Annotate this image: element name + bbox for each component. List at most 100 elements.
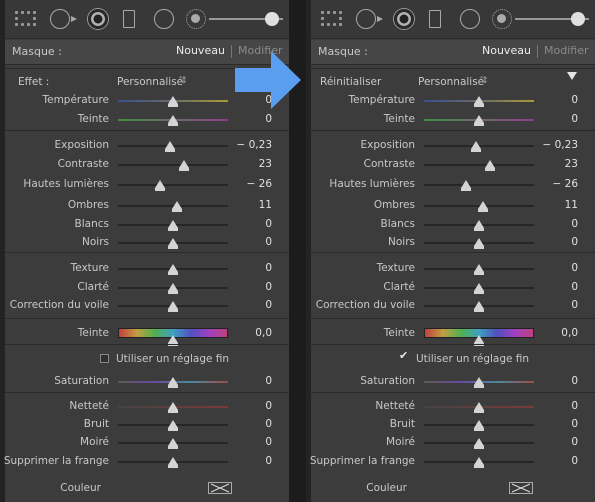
slider-value[interactable]: − 0,23 — [542, 139, 578, 151]
new-mask-button[interactable]: Nouveau — [176, 44, 225, 57]
slider-value[interactable]: 0 — [265, 455, 272, 467]
slider-value[interactable]: 0,0 — [561, 327, 578, 339]
slider-value[interactable]: 0 — [265, 113, 272, 125]
grid-icon[interactable] — [321, 11, 342, 27]
color-swatch[interactable] — [509, 482, 533, 494]
slider-knob[interactable] — [474, 402, 484, 413]
slider-value[interactable]: 0 — [571, 94, 578, 106]
spot-removal-icon[interactable] — [460, 9, 480, 29]
slider-knob[interactable] — [474, 420, 484, 431]
slider-value[interactable]: 0 — [571, 113, 578, 125]
slider-value[interactable]: 23 — [259, 158, 272, 170]
slider-knob[interactable] — [461, 180, 471, 191]
slider-knob[interactable] — [474, 377, 484, 388]
slider-value[interactable]: 0 — [571, 281, 578, 293]
slider-knob[interactable] — [168, 96, 178, 107]
slider-track[interactable] — [118, 184, 228, 186]
slider-value[interactable]: 0 — [571, 262, 578, 274]
slider-value[interactable]: 0 — [571, 418, 578, 430]
slider-knob[interactable] — [474, 220, 484, 231]
sun-exposure-icon[interactable] — [186, 9, 206, 29]
radial-filter-icon[interactable] — [394, 9, 414, 29]
spot-removal-icon[interactable] — [154, 9, 174, 29]
chevron-updown-icon[interactable]: ⇕ — [481, 76, 489, 86]
slider-knob[interactable] — [474, 438, 484, 449]
grid-icon[interactable] — [15, 11, 36, 27]
slider-knob[interactable] — [474, 96, 484, 107]
graduated-filter-icon[interactable] — [429, 10, 441, 28]
slider-knob[interactable] — [168, 402, 178, 413]
chevron-updown-icon[interactable]: ⇕ — [180, 76, 188, 86]
slider-value[interactable]: 0 — [571, 218, 578, 230]
slider-knob[interactable] — [168, 457, 178, 468]
slider-knob[interactable] — [168, 301, 178, 312]
sun-exposure-icon[interactable] — [492, 9, 512, 29]
new-mask-button[interactable]: Nouveau — [482, 44, 531, 57]
brush-pin-icon[interactable] — [50, 9, 77, 29]
slider-value[interactable]: 0,0 — [255, 327, 272, 339]
slider-knob[interactable] — [474, 335, 484, 346]
slider-track[interactable] — [424, 184, 534, 186]
slider-value[interactable]: − 0,23 — [236, 139, 272, 151]
slider-knob[interactable] — [474, 283, 484, 294]
slider-value[interactable]: 0 — [571, 236, 578, 248]
slider-value[interactable]: − 26 — [247, 178, 273, 190]
radial-filter-icon[interactable] — [88, 9, 108, 29]
slider-track[interactable] — [118, 164, 228, 166]
slider-value[interactable]: 11 — [565, 199, 578, 211]
slider-value[interactable]: 0 — [571, 400, 578, 412]
slider-knob[interactable] — [474, 115, 484, 126]
slider-value[interactable]: 0 — [265, 281, 272, 293]
slider-value[interactable]: 0 — [571, 455, 578, 467]
slider-knob[interactable] — [168, 115, 178, 126]
slider-value[interactable]: 0 — [265, 400, 272, 412]
slider-value[interactable]: 0 — [265, 418, 272, 430]
size-slider-knob[interactable] — [571, 12, 585, 26]
size-slider-knob[interactable] — [265, 12, 279, 26]
slider-value[interactable]: − 26 — [553, 178, 579, 190]
slider-value[interactable]: 0 — [265, 436, 272, 448]
slider-knob[interactable] — [179, 160, 189, 171]
collapse-triangle-icon[interactable] — [567, 72, 577, 80]
slider-value[interactable]: 0 — [265, 299, 272, 311]
slider-knob[interactable] — [168, 420, 178, 431]
arrow-right-icon — [235, 51, 301, 109]
slider-knob[interactable] — [168, 283, 178, 294]
slider-value[interactable]: 0 — [571, 436, 578, 448]
graduated-filter-icon[interactable] — [123, 10, 135, 28]
slider-value[interactable]: 0 — [265, 262, 272, 274]
modify-mask-button[interactable]: Modifier — [544, 44, 588, 57]
slider-knob[interactable] — [168, 238, 178, 249]
slider-knob[interactable] — [474, 301, 484, 312]
slider-row: Hautes lumières − 26 — [306, 176, 595, 194]
slider-knob[interactable] — [168, 264, 178, 275]
slider-value[interactable]: 0 — [571, 299, 578, 311]
slider-value[interactable]: 23 — [565, 158, 578, 170]
effect-dropdown[interactable]: Personnalisé — [418, 76, 484, 88]
reset-button[interactable]: Réinitialiser — [320, 76, 381, 88]
slider-value[interactable]: 0 — [571, 375, 578, 387]
slider-knob[interactable] — [168, 377, 178, 388]
slider-knob[interactable] — [165, 141, 175, 152]
slider-knob[interactable] — [168, 220, 178, 231]
slider-knob[interactable] — [172, 201, 182, 212]
effect-dropdown[interactable]: Personnalisé — [117, 76, 183, 88]
slider-knob[interactable] — [155, 180, 165, 191]
slider-knob[interactable] — [485, 160, 495, 171]
slider-knob[interactable] — [474, 457, 484, 468]
slider-knob[interactable] — [474, 264, 484, 275]
brush-pin-icon[interactable] — [356, 9, 383, 29]
slider-value[interactable]: 0 — [265, 236, 272, 248]
slider-track[interactable] — [424, 164, 534, 166]
slider-value[interactable]: 0 — [265, 375, 272, 387]
slider-value[interactable]: 0 — [265, 218, 272, 230]
slider-knob[interactable] — [471, 141, 481, 152]
slider-knob[interactable] — [478, 201, 488, 212]
slider-knob[interactable] — [168, 438, 178, 449]
slider-knob[interactable] — [474, 238, 484, 249]
color-swatch[interactable] — [208, 482, 232, 494]
slider-knob[interactable] — [168, 335, 178, 346]
check-icon[interactable]: ✔ — [399, 349, 408, 362]
fine-adjust-checkbox[interactable] — [100, 354, 109, 363]
slider-value[interactable]: 11 — [259, 199, 272, 211]
